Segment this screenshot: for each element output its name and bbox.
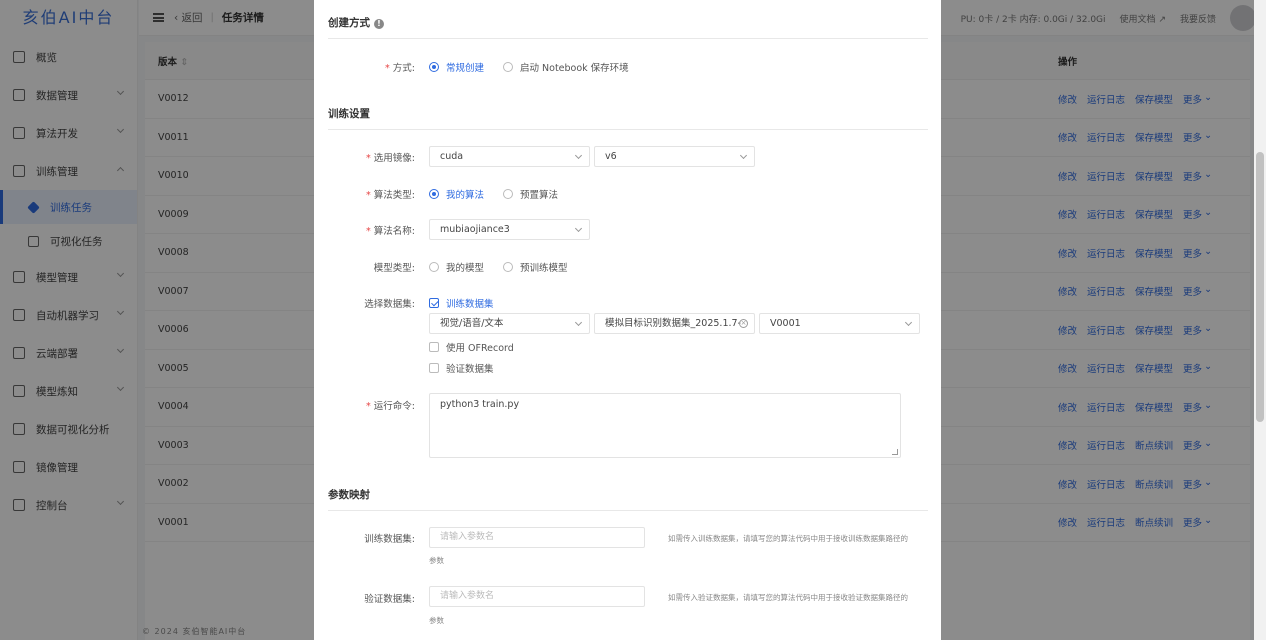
chevron-down-icon xyxy=(574,318,583,327)
radio-label: 我的算法 xyxy=(446,190,485,201)
radio-dot-icon xyxy=(503,262,513,272)
train-param-hint: 如需传入训练数据集，请填写您的算法代码中用于接收训练数据集路径的 xyxy=(668,534,908,543)
command-label-text: 运行命令: xyxy=(373,401,415,412)
radio-regular-create[interactable]: 常规创建 xyxy=(429,60,484,74)
checkbox-icon xyxy=(429,363,439,373)
image-name-select[interactable]: cuda xyxy=(429,146,590,167)
select-value: cuda xyxy=(440,151,464,162)
divider xyxy=(328,510,928,511)
select-value: 模拟目标识别数据集_2025.1.7- xyxy=(605,318,741,329)
dataset-label: 选择数据集: xyxy=(364,299,415,310)
val-param-input[interactable]: 请输入参数名 xyxy=(429,586,645,607)
algo-name-label-text: 算法名称: xyxy=(373,226,415,237)
param-mapping-title: 参数映射 xyxy=(328,489,370,501)
chevron-down-icon xyxy=(574,224,583,233)
command-label: * 运行命令: xyxy=(366,401,415,412)
create-method-title: 创建方式! xyxy=(328,15,384,30)
radio-dot-icon xyxy=(503,189,513,199)
resize-handle-icon[interactable] xyxy=(892,449,898,455)
command-textarea[interactable]: python3 train.py xyxy=(429,393,901,458)
radio-my-model[interactable]: 我的模型 xyxy=(429,260,484,274)
algo-type-label: * 算法类型: xyxy=(366,190,415,201)
checkbox-icon xyxy=(429,342,439,352)
dataset-kind-select[interactable]: 视觉/语音/文本 xyxy=(429,313,590,334)
train-param-hint-sub: 参数 xyxy=(429,556,444,565)
radio-label: 常规创建 xyxy=(446,63,485,74)
algo-type-label-text: 算法类型: xyxy=(373,190,415,201)
image-tag-select[interactable]: v6 xyxy=(594,146,755,167)
algo-name-select[interactable]: mubiaojiance3 xyxy=(429,219,590,240)
radio-my-algorithm[interactable]: 我的算法 xyxy=(429,187,484,201)
image-label: * 选用镜像: xyxy=(366,153,415,164)
radio-label: 预训练模型 xyxy=(520,263,568,274)
chevron-down-icon xyxy=(739,151,748,160)
train-param-input[interactable]: 请输入参数名 xyxy=(429,527,645,548)
radio-dot-icon xyxy=(429,62,439,72)
val-param-label: 验证数据集: xyxy=(364,594,415,605)
radio-dot-icon xyxy=(503,62,513,72)
chevron-down-icon xyxy=(574,151,583,160)
image-label-text: 选用镜像: xyxy=(373,153,415,164)
radio-notebook-create[interactable]: 启动 Notebook 保存环境 xyxy=(503,60,629,74)
scrollbar-thumb[interactable] xyxy=(1256,152,1264,422)
algo-name-label: * 算法名称: xyxy=(366,226,415,237)
create-method-title-text: 创建方式 xyxy=(328,17,370,29)
val-param-hint: 如需传入验证数据集，请填写您的算法代码中用于接收验证数据集路径的 xyxy=(668,593,908,602)
checkbox-icon xyxy=(429,298,439,308)
checkbox-label: 训练数据集 xyxy=(446,299,494,310)
command-value: python3 train.py xyxy=(440,399,520,410)
training-settings-title: 训练设置 xyxy=(328,108,370,120)
chevron-down-icon xyxy=(904,318,913,327)
radio-pretrained-model[interactable]: 预训练模型 xyxy=(503,260,568,274)
method-label-text: 方式: xyxy=(392,63,415,74)
radio-label: 我的模型 xyxy=(446,263,485,274)
radio-label: 启动 Notebook 保存环境 xyxy=(520,63,629,74)
model-type-label: 模型类型: xyxy=(373,263,415,274)
radio-dot-icon xyxy=(429,189,439,199)
select-value: mubiaojiance3 xyxy=(440,224,510,235)
method-label: * 方式: xyxy=(385,63,415,74)
checkbox-train-dataset[interactable]: 训练数据集 xyxy=(429,296,494,310)
clear-icon[interactable]: × xyxy=(739,319,748,328)
create-task-modal: 创建方式! * 方式: 常规创建 启动 Notebook 保存环境 训练设置 * 选… xyxy=(314,0,941,640)
info-icon[interactable]: ! xyxy=(374,19,384,29)
checkbox-label: 使用 OFRecord xyxy=(446,343,514,354)
divider xyxy=(328,38,928,39)
page-scrollbar[interactable] xyxy=(1254,0,1266,640)
checkbox-val-dataset[interactable]: 验证数据集 xyxy=(429,361,494,375)
checkbox-label: 验证数据集 xyxy=(446,364,494,375)
radio-preset-algorithm[interactable]: 预置算法 xyxy=(503,187,558,201)
divider xyxy=(328,129,928,130)
dataset-version-select[interactable]: V0001 xyxy=(759,313,920,334)
select-value: v6 xyxy=(605,151,617,162)
radio-label: 预置算法 xyxy=(520,190,559,201)
select-value: 视觉/语音/文本 xyxy=(440,318,504,329)
radio-dot-icon xyxy=(429,262,439,272)
val-param-hint-sub: 参数 xyxy=(429,616,444,625)
checkbox-ofrecord[interactable]: 使用 OFRecord xyxy=(429,340,514,354)
select-value: V0001 xyxy=(770,318,801,329)
dataset-name-select[interactable]: 模拟目标识别数据集_2025.1.7- × xyxy=(594,313,755,334)
train-param-label: 训练数据集: xyxy=(364,534,415,545)
